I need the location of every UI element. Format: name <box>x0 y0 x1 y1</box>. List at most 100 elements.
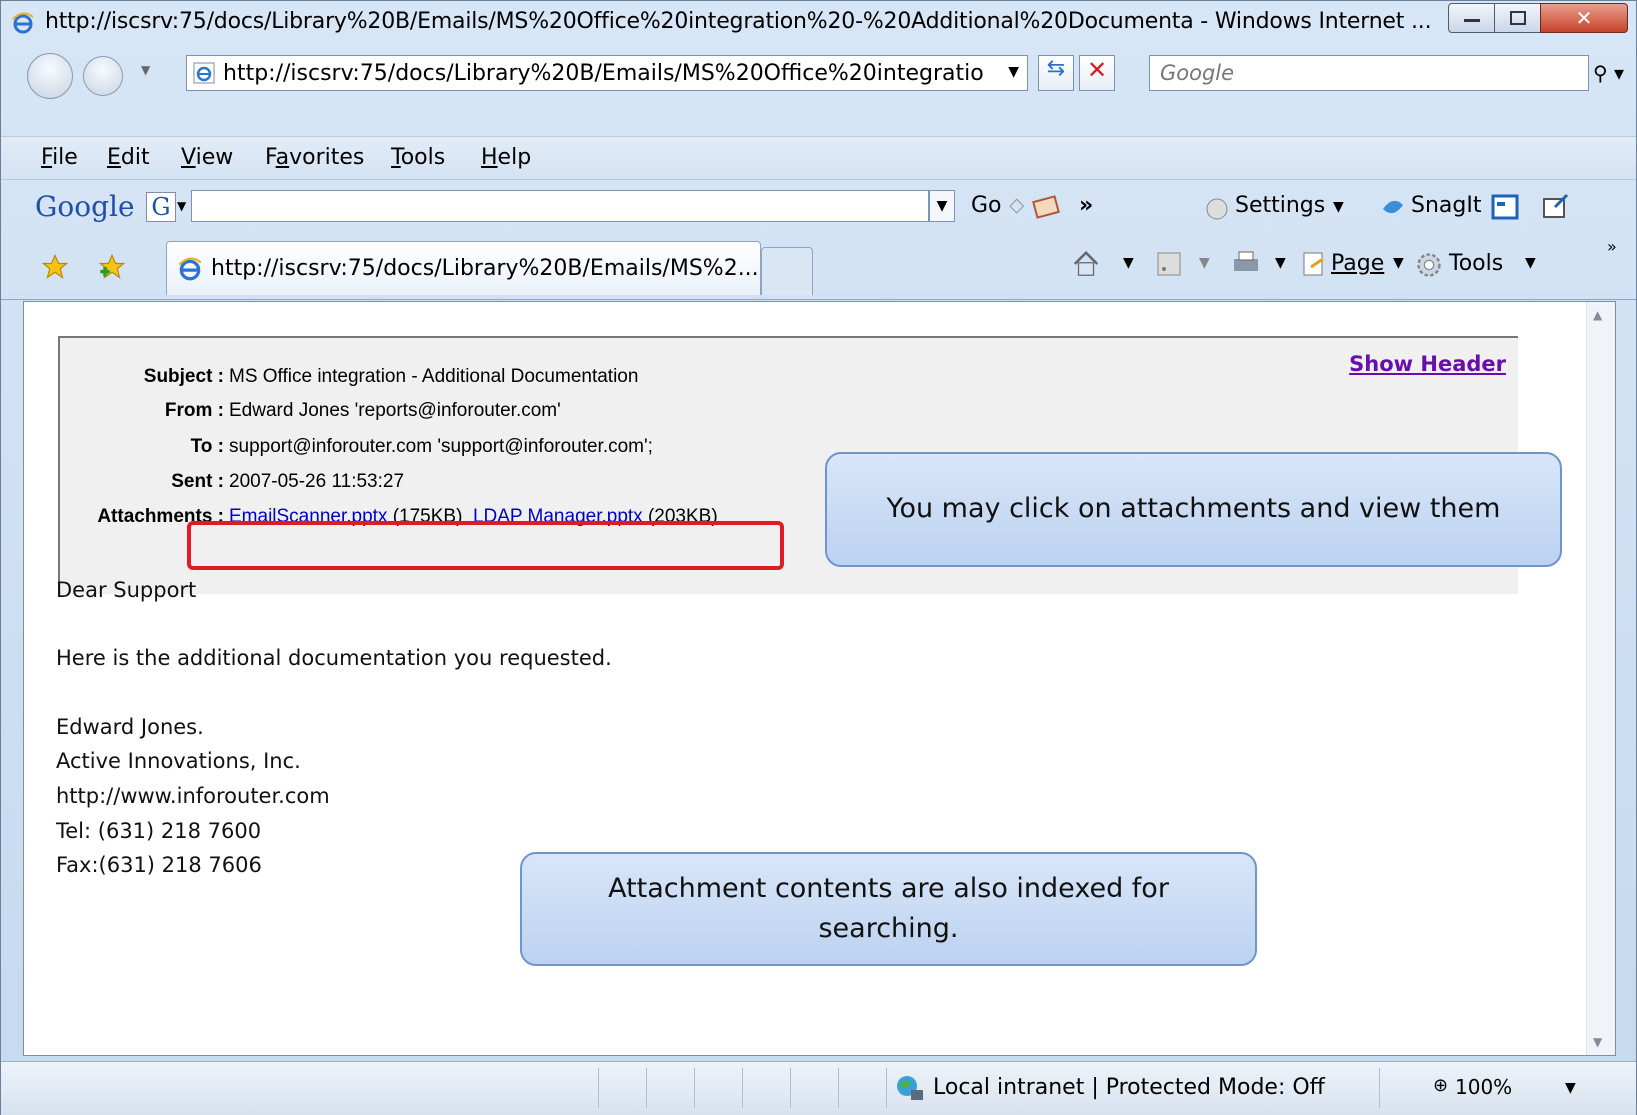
window-title: http://iscsrv:75/docs/Library%20B/Emails… <box>45 9 1432 34</box>
google-menu-button[interactable]: G <box>146 192 176 222</box>
status-divider <box>598 1068 599 1108</box>
show-header-link[interactable]: Show Header <box>1349 352 1506 376</box>
sent-value: 2007-05-26 11:53:27 <box>229 471 405 492</box>
tools-dropdown-icon[interactable]: ▼ <box>1525 255 1536 271</box>
tools-menu-button[interactable]: Tools <box>1449 251 1503 276</box>
address-dropdown-icon[interactable]: ▼ <box>1008 64 1019 80</box>
page-icon <box>193 62 215 84</box>
address-row: ▼ http://iscsrv:75/docs/Library%20B/Emai… <box>1 47 1636 103</box>
command-bar-more-button[interactable]: » <box>1607 237 1617 256</box>
settings-dropdown-icon[interactable]: ▼ <box>1333 199 1344 215</box>
menu-edit[interactable]: Edit <box>107 145 150 170</box>
refresh-icon: ⇆ <box>1046 56 1066 81</box>
signature-fax: Fax:(631) 218 7606 <box>56 853 262 877</box>
tab-title: http://iscsrv:75/docs/Library%20B/Emails… <box>211 256 759 281</box>
search-input[interactable]: Google <box>1149 55 1589 91</box>
signature-name: Edward Jones. <box>56 715 204 739</box>
minimize-button[interactable] <box>1448 3 1495 33</box>
refresh-button[interactable]: ⇆ <box>1038 55 1074 91</box>
menu-help[interactable]: Help <box>481 145 531 170</box>
menu-favorites[interactable]: Favorites <box>265 145 364 170</box>
status-divider <box>886 1068 887 1108</box>
search-placeholder: Google <box>1160 61 1235 85</box>
menu-view[interactable]: View <box>181 145 233 170</box>
tab-row: http://iscsrv:75/docs/Library%20B/Emails… <box>1 237 1636 300</box>
search-icon[interactable]: ⚲ ▾ <box>1593 61 1624 85</box>
zoom-dropdown-icon[interactable]: ▼ <box>1565 1080 1576 1096</box>
google-search-dropdown-icon[interactable]: ▼ <box>929 190 955 222</box>
address-url[interactable]: http://iscsrv:75/docs/Library%20B/Emails… <box>223 61 983 86</box>
new-tab-button[interactable] <box>761 247 813 295</box>
signature-company: Active Innovations, Inc. <box>56 749 301 773</box>
google-toolbar: Google G ▼ ▼ Go ⬦ » Settings ▼ SnagIt <box>1 185 1636 229</box>
menu-bar: File Edit View Favorites Tools Help <box>1 136 1636 180</box>
stop-button[interactable]: ✕ <box>1079 55 1115 91</box>
back-button[interactable] <box>27 53 73 99</box>
browser-window: http://iscsrv:75/docs/Library%20B/Emails… <box>0 0 1637 1115</box>
signature-url: http://www.inforouter.com <box>56 784 330 808</box>
status-bar: Local intranet | Protected Mode: Off ⊕ 1… <box>1 1061 1636 1115</box>
index-callout: Attachment contents are also indexed for… <box>520 852 1257 966</box>
google-menu-dropdown-icon[interactable]: ▼ <box>177 199 186 213</box>
security-zone-status[interactable]: Local intranet | Protected Mode: Off <box>933 1075 1325 1100</box>
page-menu-icon <box>1303 252 1324 276</box>
zoom-level[interactable]: 100% <box>1455 1075 1512 1099</box>
snagit-edit-icon[interactable] <box>1541 193 1569 221</box>
to-value: support@inforouter.com 'support@inforout… <box>229 436 653 457</box>
sent-label: Sent : <box>171 471 224 492</box>
signature-tel: Tel: (631) 218 7600 <box>56 819 262 843</box>
tab-active[interactable]: http://iscsrv:75/docs/Library%20B/Emails… <box>166 241 761 295</box>
tools-gear-icon <box>1417 253 1441 277</box>
vertical-scrollbar[interactable]: ▲ ▼ <box>1586 302 1615 1055</box>
close-button[interactable]: ✕ <box>1540 3 1628 33</box>
intranet-globe-icon <box>897 1076 923 1100</box>
home-icon[interactable] <box>1071 249 1101 279</box>
popup-blocker-icon[interactable] <box>1031 195 1061 219</box>
zoom-icon[interactable]: ⊕ <box>1433 1075 1448 1096</box>
feeds-dropdown-icon[interactable]: ▼ <box>1199 255 1210 271</box>
snagit-window-icon[interactable] <box>1491 193 1519 221</box>
attachments-callout-text: You may click on attachments and view th… <box>886 493 1501 525</box>
tab-ie-icon <box>178 257 202 281</box>
snagit-button[interactable]: SnagIt <box>1411 193 1481 218</box>
status-divider <box>694 1068 695 1108</box>
home-dropdown-icon[interactable]: ▼ <box>1123 255 1134 271</box>
menu-file[interactable]: File <box>41 145 78 170</box>
from-label: From : <box>164 400 224 421</box>
status-divider <box>790 1068 791 1108</box>
from-value: Edward Jones 'reports@inforouter.com' <box>229 400 561 421</box>
google-logo: Google <box>35 190 135 223</box>
stop-icon: ✕ <box>1086 56 1108 84</box>
to-label: To : <box>190 436 224 457</box>
go-button[interactable]: Go <box>971 193 1002 218</box>
forward-button[interactable] <box>83 56 123 96</box>
toolbar-more-button[interactable]: » <box>1079 193 1093 218</box>
status-divider <box>838 1068 839 1108</box>
favorites-star-icon[interactable] <box>41 253 69 281</box>
index-callout-text: Attachment contents are also indexed for… <box>608 872 1169 945</box>
add-favorite-icon[interactable] <box>97 253 127 281</box>
settings-icon <box>1206 198 1228 220</box>
close-icon: ✕ <box>1575 6 1593 30</box>
title-bar: http://iscsrv:75/docs/Library%20B/Emails… <box>1 1 1636 47</box>
status-divider <box>742 1068 743 1108</box>
status-divider <box>1379 1068 1380 1108</box>
page-menu-button[interactable]: Page <box>1331 251 1384 276</box>
print-dropdown-icon[interactable]: ▼ <box>1275 255 1286 271</box>
ie-logo-icon <box>12 12 34 34</box>
attachments-highlight <box>187 521 784 570</box>
attachments-callout: You may click on attachments and view th… <box>825 452 1562 567</box>
email-body-line: Here is the additional documentation you… <box>56 646 612 670</box>
print-icon[interactable] <box>1231 249 1261 277</box>
status-divider <box>646 1068 647 1108</box>
google-search-input[interactable] <box>191 190 929 222</box>
settings-button[interactable]: Settings <box>1235 193 1325 218</box>
scroll-down-icon[interactable]: ▼ <box>1593 1035 1602 1049</box>
menu-tools[interactable]: Tools <box>391 145 445 170</box>
page-dropdown-icon[interactable]: ▼ <box>1393 255 1404 271</box>
feeds-icon[interactable] <box>1156 251 1182 277</box>
address-bar[interactable]: http://iscsrv:75/docs/Library%20B/Emails… <box>186 55 1028 91</box>
maximize-button[interactable] <box>1494 3 1541 33</box>
history-dropdown-icon[interactable]: ▼ <box>141 63 150 77</box>
scroll-up-icon[interactable]: ▲ <box>1593 308 1602 322</box>
